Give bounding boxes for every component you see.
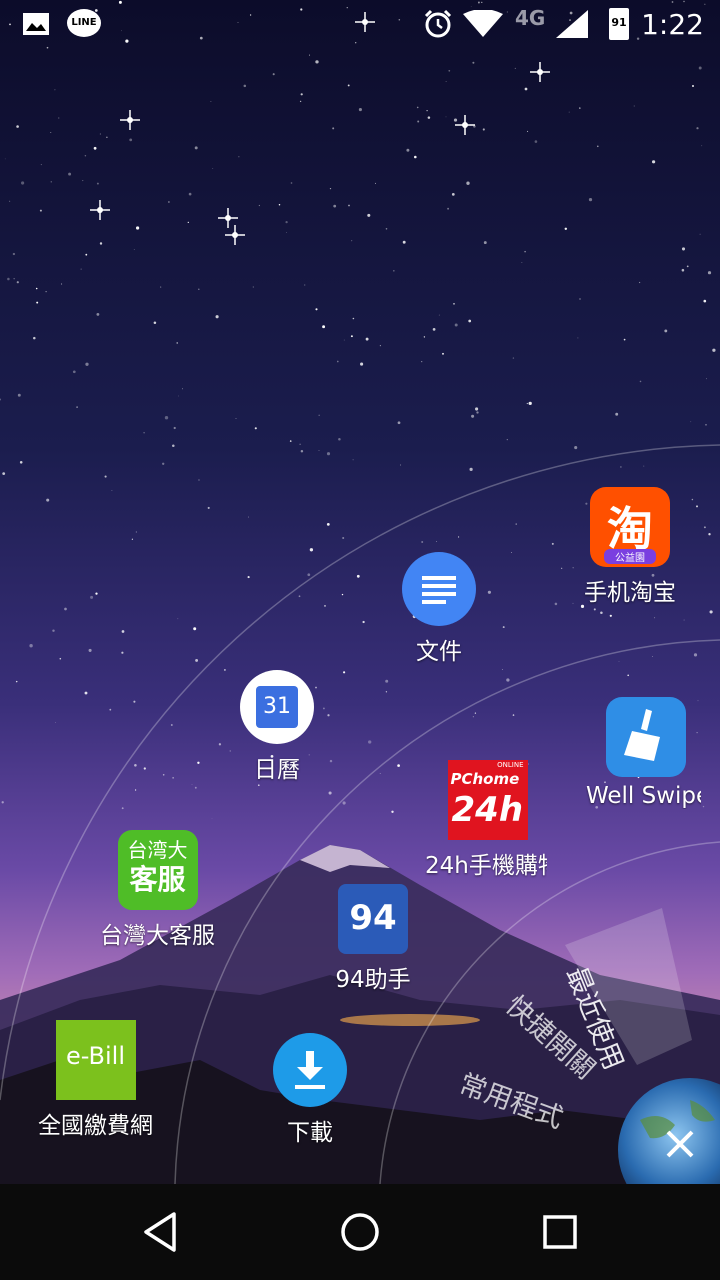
clock: 1:22 bbox=[641, 8, 704, 41]
app-download[interactable]: 下載 bbox=[255, 1033, 365, 1147]
battery-icon: 91 bbox=[609, 8, 629, 40]
app-ebill[interactable]: e-Bill 全國繳費網 bbox=[38, 1020, 153, 1140]
helper94-icon: 94 bbox=[338, 884, 408, 954]
app-well-swipe[interactable]: Well Swipe bbox=[586, 697, 706, 809]
gallery-icon bbox=[23, 13, 49, 35]
app-label: 日曆 bbox=[254, 757, 300, 783]
status-bar: LINE 4G 91 1:22 bbox=[0, 0, 720, 50]
network-type: 4G bbox=[515, 6, 546, 30]
app-label: 全國繳費網 bbox=[38, 1113, 153, 1139]
calendar-icon: 31 bbox=[240, 670, 314, 744]
recents-button[interactable] bbox=[530, 1204, 590, 1260]
app-label: 24h手機購物 bbox=[425, 853, 547, 879]
app-calendar[interactable]: 31 日曆 bbox=[222, 670, 332, 784]
twm-icon: 台湾大 客服 bbox=[117, 830, 198, 910]
app-label: 台灣大客服 bbox=[100, 923, 215, 949]
app-94-helper[interactable]: 94 94助手 bbox=[318, 884, 428, 994]
app-label: 下載 bbox=[287, 1120, 333, 1146]
app-docs[interactable]: 文件 bbox=[384, 552, 494, 666]
app-twm[interactable]: 台湾大 客服 台灣大客服 bbox=[100, 830, 215, 950]
ebill-icon: e-Bill bbox=[55, 1020, 136, 1100]
pchome-icon: ONLINE PChome 24h bbox=[447, 760, 528, 840]
close-icon[interactable] bbox=[664, 1128, 696, 1160]
battery-level: 91 bbox=[611, 16, 627, 29]
alarm-icon bbox=[424, 9, 452, 38]
signal-icon bbox=[556, 10, 588, 38]
app-label: 文件 bbox=[416, 639, 462, 665]
home-button[interactable] bbox=[330, 1204, 390, 1260]
app-taobao[interactable]: 淘 公益園 手机淘宝 bbox=[575, 487, 685, 607]
taobao-icon: 淘 公益園 bbox=[590, 487, 670, 567]
wifi-icon bbox=[463, 10, 503, 37]
broom-icon bbox=[606, 697, 686, 777]
line-icon: LINE bbox=[67, 9, 101, 37]
app-label: 手机淘宝 bbox=[584, 580, 676, 606]
app-label: 94助手 bbox=[335, 967, 411, 993]
download-icon bbox=[273, 1033, 347, 1107]
app-pchome[interactable]: ONLINE PChome 24h 24h手機購物 bbox=[425, 760, 550, 880]
line-icon-text: LINE bbox=[71, 17, 97, 28]
navigation-bar bbox=[0, 1184, 720, 1280]
back-button[interactable] bbox=[130, 1204, 190, 1260]
app-label: Well Swipe bbox=[586, 783, 701, 809]
docs-icon bbox=[402, 552, 476, 626]
